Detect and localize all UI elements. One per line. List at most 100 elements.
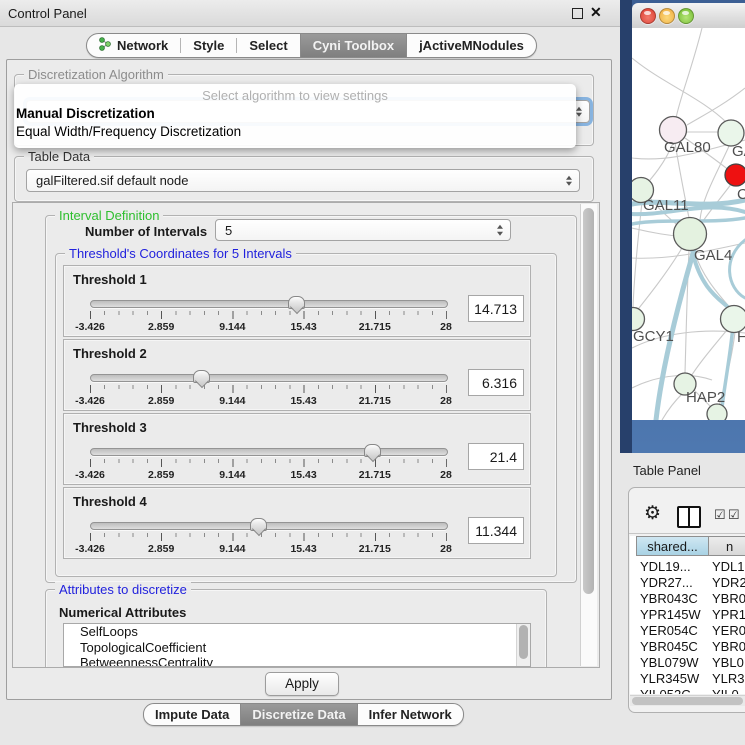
threshold-1-value-field[interactable]: 14.713 [468,295,524,322]
threshold-4-panel: Threshold 4 -3.4262.8599.14415.4321.7152… [63,487,531,559]
tick-label: 2.859 [148,469,174,481]
float-window-button[interactable] [572,8,583,19]
tick-label: 28 [440,543,452,555]
tab-discretize-data[interactable]: Discretize Data [240,704,356,725]
tick-label: 9.144 [219,543,245,555]
desktop-background-strip [620,0,632,453]
zoom-traffic-light-icon[interactable] [678,8,694,24]
threshold-2-slider-thumb[interactable] [193,370,210,383]
table-cell[interactable]: YER054C [640,623,698,638]
threshold-1-slider[interactable] [90,300,448,308]
tick-label: 15.43 [290,395,316,407]
pane-vertical-scrollbar[interactable] [580,204,597,666]
table-data-combobox[interactable]: galFiltered.sif default node [26,169,580,192]
checkbox-icon[interactable]: ☑ [714,507,726,523]
dropdown-option-manual-discretization[interactable]: Manual Discretization [16,106,155,121]
split-columns-icon[interactable] [677,506,701,528]
settings-scrollpane: Interval Definition Number of Intervals … [12,202,600,668]
table-cell[interactable]: YER0 [712,623,745,638]
column-header-shared-name[interactable]: shared... [636,536,709,556]
list-item[interactable]: TopologicalCoefficient [64,640,530,656]
table-cell[interactable]: YBR0 [712,591,745,606]
table-horizontal-scrollbar[interactable] [630,695,745,706]
threshold-3-slider-thumb[interactable] [364,444,381,457]
table-cell[interactable]: YDL1 [712,559,745,574]
checkbox-icon[interactable]: ☑ [728,507,740,523]
tick-label: 28 [440,321,452,333]
number-of-intervals-label: Number of Intervals [85,224,207,239]
control-panel-title: Control Panel [8,6,87,21]
network-canvas[interactable] [632,28,745,420]
dropdown-hint: Select algorithm to view settings [14,88,576,103]
threshold-4-slider[interactable] [90,522,448,530]
interval-definition-group-title: Interval Definition [55,208,163,223]
dropdown-option-equal-width-frequency[interactable]: Equal Width/Frequency Discretization [16,124,241,139]
table-cell[interactable]: YBR043C [640,591,698,606]
close-icon[interactable]: ✕ [590,4,602,21]
table-cell[interactable]: YPR1 [712,607,745,622]
numerical-attributes-list[interactable]: SelfLoops TopologicalCoefficient Between… [63,623,531,667]
node-label-partial-c: C [737,186,745,203]
threshold-2-value-field[interactable]: 6.316 [468,369,524,396]
list-item[interactable]: SelfLoops [64,624,530,640]
tab-cyni-toolbox[interactable]: Cyni Toolbox [300,34,406,57]
threshold-3-value-field[interactable]: 21.4 [468,443,524,470]
pane-scrollbar-thumb[interactable] [583,208,594,594]
table-cell[interactable]: YDL19... [640,559,691,574]
table-cell[interactable]: YLR3 [712,671,745,686]
threshold-3-slider[interactable] [90,448,448,456]
node-label-gal4: GAL4 [694,247,732,264]
network-icon [99,37,111,54]
gear-icon[interactable]: ⚙ [644,502,661,525]
apply-button[interactable]: Apply [265,672,339,696]
table-cell[interactable]: YBL079W [640,655,699,670]
tab-impute-data[interactable]: Impute Data [144,704,240,725]
tick-label: 21.715 [359,321,391,333]
threshold-3-panel: Threshold 3 -3.4262.8599.14415.4321.7152… [63,413,531,485]
list-scrollbar[interactable] [516,624,530,666]
table-cell[interactable]: YLR345W [640,671,699,686]
tab-style[interactable]: Style [181,34,236,57]
numerical-attributes-heading: Numerical Attributes [59,605,186,620]
node-label-hap2: HAP2 [686,389,725,406]
minimize-traffic-light-icon[interactable] [659,8,675,24]
threshold-4-slider-thumb[interactable] [250,518,267,531]
tick-label: 9.144 [219,321,245,333]
node-bottom [707,404,727,420]
tick-label: 21.715 [359,469,391,481]
tab-infer-network[interactable]: Infer Network [357,704,463,725]
tick-label: 28 [440,469,452,481]
threshold-3-tick-ruler: -3.4262.8599.14415.4321.71528 [90,459,447,467]
control-panel-titlebar [0,0,620,27]
number-of-intervals-combobox[interactable]: 5 [215,219,511,241]
tab-network[interactable]: Network [87,34,180,57]
close-traffic-light-icon[interactable] [640,8,656,24]
table-cell[interactable]: YPR145W [640,607,701,622]
column-header-name[interactable]: n [708,536,745,556]
combo-arrows-icon [497,225,503,236]
tab-select[interactable]: Select [237,34,299,57]
table-scrollbar-thumb[interactable] [632,697,743,705]
list-item[interactable]: BetweennessCentrality [64,655,530,667]
threshold-4-tick-ruler: -3.4262.8599.14415.4321.71528 [90,533,447,541]
table-cell[interactable]: YBL0 [712,655,744,670]
threshold-2-slider[interactable] [90,374,448,382]
table-cell[interactable]: YBR045C [640,639,698,654]
tab-jactivemnodules[interactable]: jActiveMNodules [406,34,536,57]
tick-label: 15.43 [290,543,316,555]
table-cell[interactable]: YIL0 [712,687,739,694]
table-cell[interactable]: YDR2 [712,575,745,590]
tick-label: 2.859 [148,321,174,333]
threshold-2-tick-ruler: -3.4262.8599.14415.4321.71528 [90,385,447,393]
threshold-1-slider-thumb[interactable] [288,296,305,309]
attributes-group-title: Attributes to discretize [55,582,191,597]
combo-arrows-icon [576,106,582,117]
tick-label: 21.715 [359,543,391,555]
table-cell[interactable]: YIL052C [640,687,691,694]
tab-network-label: Network [117,38,168,53]
threshold-4-value-field[interactable]: 11.344 [468,517,524,544]
table-cell[interactable]: YDR27... [640,575,693,590]
threshold-1-tick-ruler: -3.4262.8599.14415.4321.71528 [90,311,447,319]
table-cell[interactable]: YBR0 [712,639,745,654]
tick-label: -3.426 [75,321,105,333]
